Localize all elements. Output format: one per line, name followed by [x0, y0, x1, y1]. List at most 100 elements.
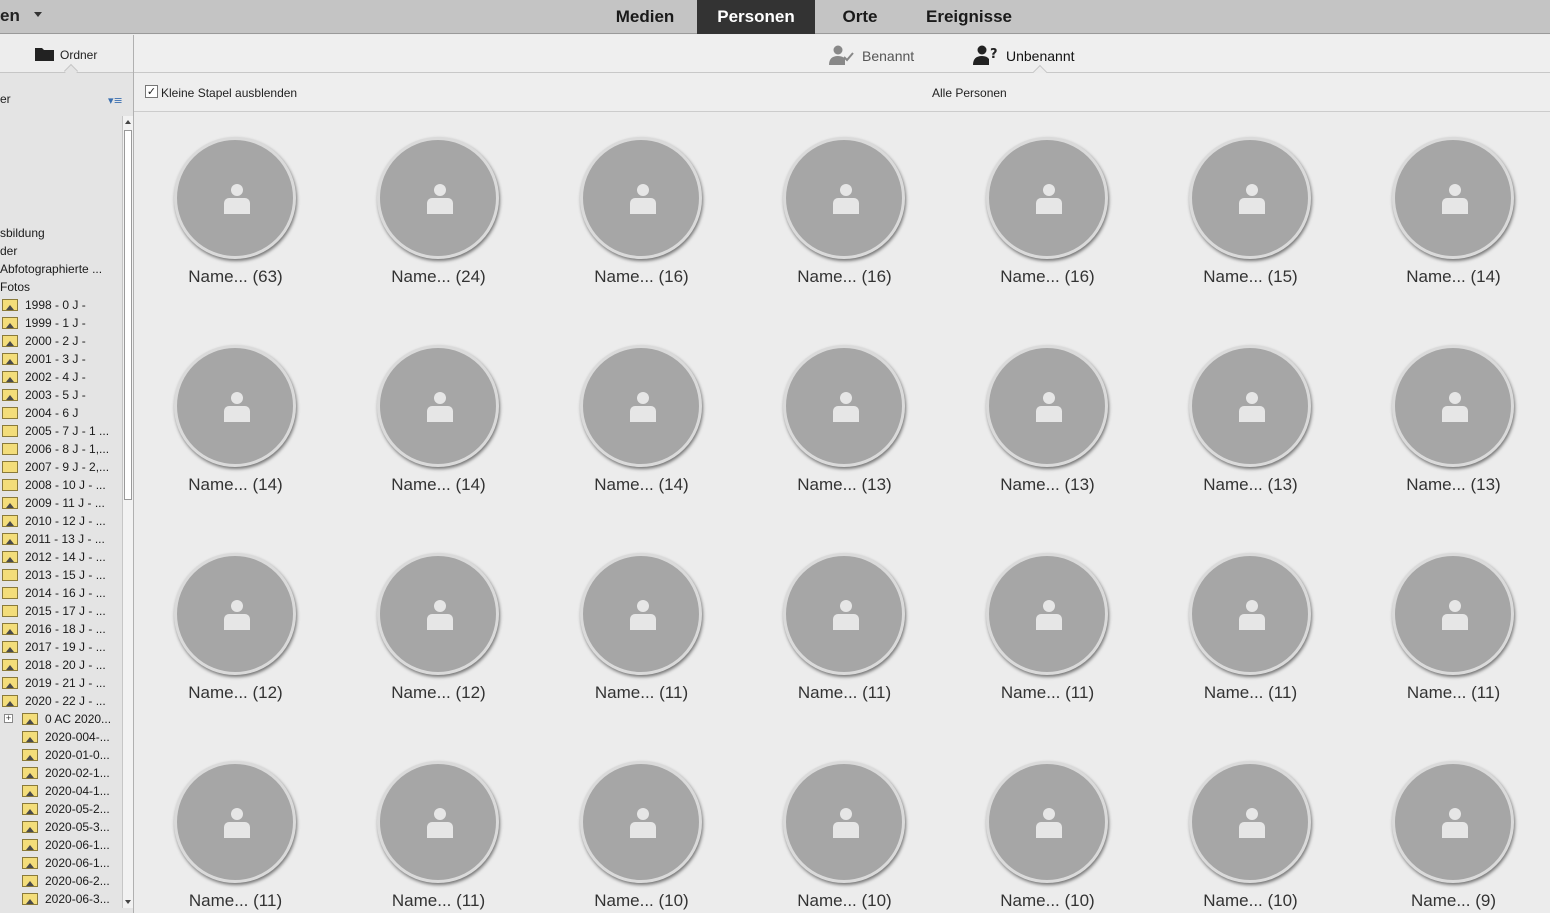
folder-tree-item[interactable]: 2004 - 6 J — [0, 404, 122, 422]
avatar[interactable] — [377, 761, 499, 883]
tab-orte[interactable]: Orte — [816, 0, 904, 34]
person-card[interactable]: Name... (24) — [337, 113, 540, 321]
avatar[interactable] — [580, 761, 702, 883]
avatar[interactable] — [986, 761, 1108, 883]
folder-tree-item[interactable]: 2018 - 20 J - ... — [0, 656, 122, 674]
person-name-label[interactable]: Name... (11) — [134, 891, 337, 911]
folder-tree-item[interactable]: 2007 - 9 J - 2,... — [0, 458, 122, 476]
person-card[interactable]: Name... (10) — [946, 737, 1149, 913]
person-card[interactable]: Name... (13) — [743, 321, 946, 529]
folder-tree-item[interactable]: 2001 - 3 J - — [0, 350, 122, 368]
avatar[interactable] — [1392, 761, 1514, 883]
folder-tree-item[interactable]: 2009 - 11 J - ... — [0, 494, 122, 512]
person-name-label[interactable]: Name... (24) — [337, 267, 540, 287]
person-card[interactable]: Name... (11) — [540, 529, 743, 737]
person-card[interactable]: Name... (11) — [1149, 529, 1352, 737]
person-card[interactable]: Name... (10) — [540, 737, 743, 913]
person-name-label[interactable]: Name... (16) — [743, 267, 946, 287]
tab-unbenannt[interactable]: ? Unbenannt — [973, 45, 1093, 65]
avatar[interactable] — [174, 553, 296, 675]
person-name-label[interactable]: Name... (12) — [337, 683, 540, 703]
folder-tree-item[interactable]: der — [0, 242, 122, 260]
folder-tree-item[interactable]: +0 AC 2020... — [0, 710, 122, 728]
person-name-label[interactable]: Name... (10) — [743, 891, 946, 911]
person-card[interactable]: Name... (9) — [1352, 737, 1550, 913]
person-card[interactable]: Name... (15) — [1149, 113, 1352, 321]
avatar[interactable] — [783, 137, 905, 259]
person-card[interactable]: Name... (14) — [540, 321, 743, 529]
person-name-label[interactable]: Name... (63) — [134, 267, 337, 287]
person-card[interactable]: Name... (11) — [134, 737, 337, 913]
folder-tree-scrollbar[interactable] — [122, 116, 133, 908]
folder-tree-item[interactable]: 2020 - 22 J - ... — [0, 692, 122, 710]
avatar[interactable] — [377, 345, 499, 467]
avatar[interactable] — [783, 345, 905, 467]
folder-tree-item[interactable]: 2020-004-... — [0, 728, 122, 746]
person-card[interactable]: Name... (16) — [540, 113, 743, 321]
folder-tree-item[interactable]: 2011 - 13 J - ... — [0, 530, 122, 548]
person-card[interactable]: Name... (10) — [743, 737, 946, 913]
folder-tree-item[interactable]: 2008 - 10 J - ... — [0, 476, 122, 494]
avatar[interactable] — [1392, 553, 1514, 675]
person-name-label[interactable]: Name... (13) — [743, 475, 946, 495]
folder-tree-item[interactable]: Fotos — [0, 278, 122, 296]
avatar[interactable] — [377, 553, 499, 675]
avatar[interactable] — [1189, 137, 1311, 259]
folder-tree-item[interactable]: 2020-01-0... — [0, 746, 122, 764]
folder-tree-item[interactable]: 2020-02-1... — [0, 764, 122, 782]
folder-tree-item[interactable]: 2020-06-2... — [0, 872, 122, 890]
person-card[interactable]: Name... (12) — [337, 529, 540, 737]
folder-tree-item[interactable]: 2019 - 21 J - ... — [0, 674, 122, 692]
avatar[interactable] — [986, 553, 1108, 675]
folder-panel-header[interactable]: Ordner — [0, 35, 133, 79]
tab-ereignisse[interactable]: Ereignisse — [905, 0, 1033, 34]
avatar[interactable] — [1189, 553, 1311, 675]
person-name-label[interactable]: Name... (16) — [540, 267, 743, 287]
person-name-label[interactable]: Name... (10) — [946, 891, 1149, 911]
person-card[interactable]: Name... (11) — [743, 529, 946, 737]
folder-tree-item[interactable]: 1999 - 1 J - — [0, 314, 122, 332]
folder-tree-item[interactable]: 2000 - 2 J - — [0, 332, 122, 350]
avatar[interactable] — [1392, 345, 1514, 467]
avatar[interactable] — [377, 137, 499, 259]
folder-tree-item[interactable]: 2002 - 4 J - — [0, 368, 122, 386]
folder-tree-item[interactable]: 2005 - 7 J - 1 ... — [0, 422, 122, 440]
person-name-label[interactable]: Name... (14) — [540, 475, 743, 495]
person-name-label[interactable]: Name... (9) — [1352, 891, 1550, 911]
tab-benannt[interactable]: Benannt — [829, 45, 929, 65]
folder-tree-item[interactable]: Abfotographierte ... — [0, 260, 122, 278]
hide-small-stacks-label[interactable]: Kleine Stapel ausblenden — [161, 86, 297, 100]
avatar[interactable] — [1392, 137, 1514, 259]
person-name-label[interactable]: Name... (11) — [743, 683, 946, 703]
folder-tree-item[interactable]: sbildung — [0, 224, 122, 242]
person-name-label[interactable]: Name... (11) — [540, 683, 743, 703]
folder-tree-item[interactable]: 2020-06-3... — [0, 890, 122, 908]
person-card[interactable]: Name... (14) — [1352, 113, 1550, 321]
person-name-label[interactable]: Name... (15) — [1149, 267, 1352, 287]
folder-tree-item[interactable]: 2012 - 14 J - ... — [0, 548, 122, 566]
person-name-label[interactable]: Name... (13) — [1352, 475, 1550, 495]
avatar[interactable] — [580, 137, 702, 259]
workspace-dropdown-icon[interactable] — [34, 12, 42, 17]
scroll-down-icon[interactable] — [125, 900, 131, 904]
folder-tree-item[interactable]: 2006 - 8 J - 1,... — [0, 440, 122, 458]
avatar[interactable] — [580, 345, 702, 467]
hide-small-stacks-checkbox[interactable]: ✓ — [145, 85, 158, 98]
person-card[interactable]: Name... (11) — [337, 737, 540, 913]
avatar[interactable] — [174, 345, 296, 467]
person-name-label[interactable]: Name... (11) — [337, 891, 540, 911]
person-name-label[interactable]: Name... (10) — [1149, 891, 1352, 911]
person-card[interactable]: Name... (10) — [1149, 737, 1352, 913]
avatar[interactable] — [174, 137, 296, 259]
person-name-label[interactable]: Name... (13) — [1149, 475, 1352, 495]
scroll-up-icon[interactable] — [125, 120, 131, 124]
person-card[interactable]: Name... (13) — [1352, 321, 1550, 529]
folder-tree-item[interactable]: 2020-05-3... — [0, 818, 122, 836]
avatar[interactable] — [174, 761, 296, 883]
avatar[interactable] — [986, 345, 1108, 467]
avatar[interactable] — [783, 761, 905, 883]
person-name-label[interactable]: Name... (13) — [946, 475, 1149, 495]
folder-tree-item[interactable]: 2016 - 18 J - ... — [0, 620, 122, 638]
folder-tree-item[interactable]: 2020-05-2... — [0, 800, 122, 818]
person-name-label[interactable]: Name... (11) — [1149, 683, 1352, 703]
